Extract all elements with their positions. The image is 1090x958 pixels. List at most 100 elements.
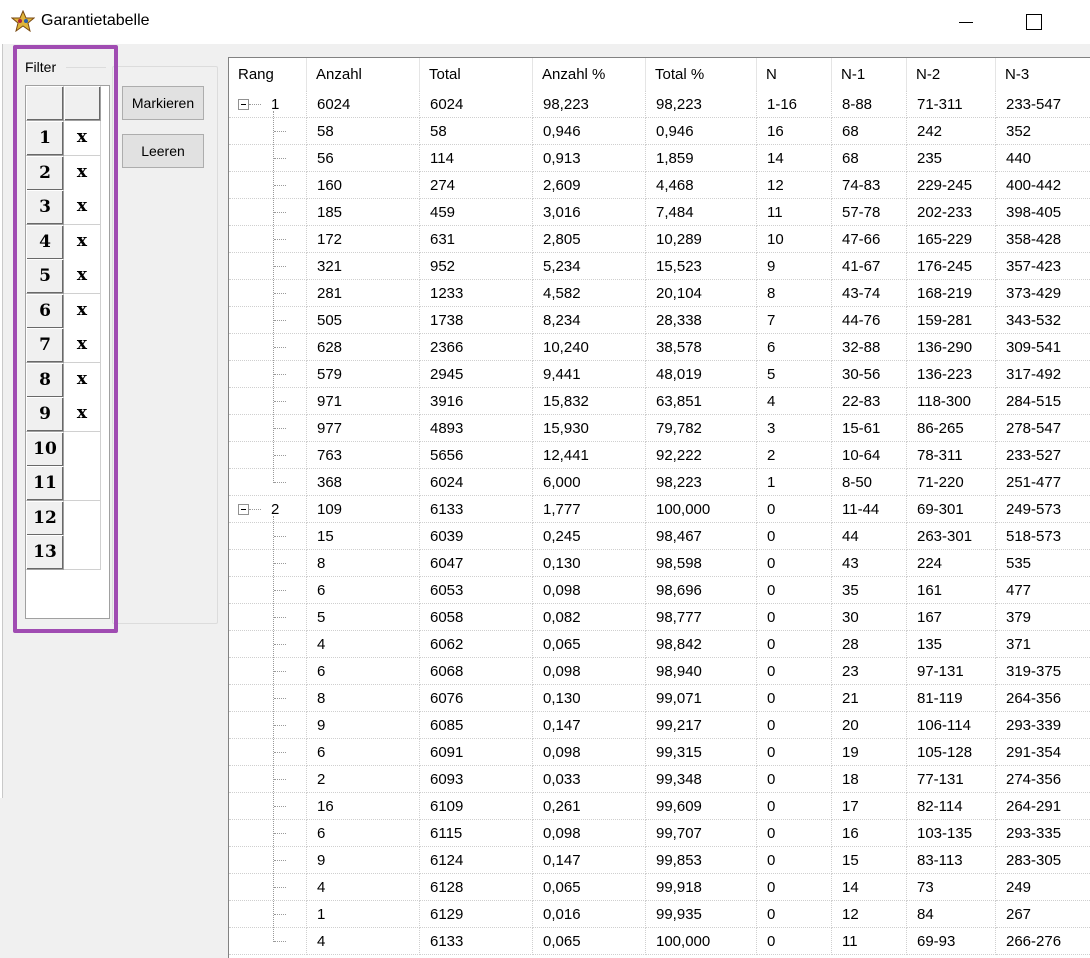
table-row[interactable]: 6 6115 0,098 99,707 0 16 103-135 293-335 (229, 820, 1090, 847)
table-cell: 5 (307, 604, 420, 631)
table-cell: 0,946 (646, 118, 757, 145)
table-row[interactable]: 281 1233 4,582 20,104 8 43-74 168-219 373-429 (229, 280, 1090, 307)
table-row[interactable]: 2 6093 0,033 99,348 0 18 77-131 274-356 (229, 766, 1090, 793)
table-row[interactable]: 1 6129 0,016 99,935 0 12 84 267 (229, 901, 1090, 928)
table-row[interactable]: 368 6024 6,000 98,223 1 8-50 71-220 251-477 (229, 469, 1090, 496)
clear-button[interactable]: Leeren (122, 134, 204, 168)
table-cell: 2945 (420, 361, 533, 388)
table-cell: 1,777 (533, 496, 646, 523)
table-row[interactable]: 9 6124 0,147 99,853 0 15 83-113 283-305 (229, 847, 1090, 874)
table-cell: 114 (420, 145, 533, 172)
tree-indent-cell (229, 523, 307, 550)
column-header[interactable]: N-3 (996, 58, 1090, 91)
table-cell: 106-114 (907, 712, 996, 739)
table-row[interactable]: 321 952 5,234 15,523 9 41-67 176-245 357-423 (229, 253, 1090, 280)
table-row[interactable]: 160 274 2,609 4,468 12 74-83 229-245 400-442 (229, 172, 1090, 199)
table-row[interactable]: 16 6109 0,261 99,609 0 17 82-114 264-291 (229, 793, 1090, 820)
table-cell: 0 (757, 901, 832, 928)
group-row[interactable]: 2 109 6133 1,777 100,000 0 11-44 69-301 249-573 (229, 496, 1090, 523)
collapse-icon[interactable] (238, 99, 249, 110)
table-row[interactable]: 4 6128 0,065 99,918 0 14 73 249 (229, 874, 1090, 901)
tree-branch-line (274, 212, 286, 213)
table-row[interactable]: 172 631 2,805 10,289 10 47-66 165-229 358-428 (229, 226, 1090, 253)
tree-indent-cell (229, 631, 307, 658)
table-row[interactable]: 15 6039 0,245 98,467 0 44 263-301 518-573 (229, 523, 1090, 550)
mark-button[interactable]: Markieren (122, 86, 204, 120)
table-cell: 6128 (420, 874, 533, 901)
column-header[interactable]: Anzahl (307, 58, 420, 91)
column-header[interactable]: N (757, 58, 832, 91)
table-cell: 6024 (420, 91, 533, 118)
table-cell: 32-88 (832, 334, 907, 361)
rank-cell[interactable]: 2 (229, 496, 307, 523)
table-row[interactable]: 4 6133 0,065 100,000 0 11 69-93 266-276 (229, 928, 1090, 955)
table-row[interactable]: 6 6068 0,098 98,940 0 23 97-131 319-375 (229, 658, 1090, 685)
tree-indent-cell (229, 334, 307, 361)
table-cell: 518-573 (996, 523, 1090, 550)
table-row[interactable]: 8 6047 0,130 98,598 0 43 224 535 (229, 550, 1090, 577)
table-cell: 343-532 (996, 307, 1090, 334)
table-cell: 0 (757, 523, 832, 550)
table-row[interactable]: 505 1738 8,234 28,338 7 44-76 159-281 343-532 (229, 307, 1090, 334)
tree-indent-cell (229, 604, 307, 631)
table-cell: 73 (907, 874, 996, 901)
column-header[interactable]: Total (420, 58, 533, 91)
star-app-icon (10, 9, 36, 33)
tree-branch-line (274, 428, 286, 429)
table-cell: 11 (757, 199, 832, 226)
table-cell: 100,000 (646, 496, 757, 523)
table-row[interactable]: 628 2366 10,240 38,578 6 32-88 136-290 309-541 (229, 334, 1090, 361)
tree-branch-line (274, 320, 286, 321)
tree-indent-cell (229, 793, 307, 820)
tree-branch-line (274, 185, 286, 186)
table-cell: 251-477 (996, 469, 1090, 496)
column-header[interactable]: N-1 (832, 58, 907, 91)
table-row[interactable]: 579 2945 9,441 48,019 5 30-56 136-223 317-492 (229, 361, 1090, 388)
table-cell: 0 (757, 550, 832, 577)
table-cell: 15 (832, 847, 907, 874)
maximize-button[interactable] (1018, 8, 1048, 36)
table-cell: 82-114 (907, 793, 996, 820)
table-cell: 98,223 (646, 91, 757, 118)
group-row[interactable]: 1 6024 6024 98,223 98,223 1-16 8-88 71-311 233-5… (229, 91, 1090, 118)
table-cell: 0,065 (533, 928, 646, 955)
table-cell: 168-219 (907, 280, 996, 307)
table-cell: 0,147 (533, 847, 646, 874)
table-row[interactable]: 971 3916 15,832 63,851 4 22-83 118-300 284-515 (229, 388, 1090, 415)
table-cell: 6058 (420, 604, 533, 631)
column-header[interactable]: Rang (229, 58, 307, 91)
table-cell: 15,832 (533, 388, 646, 415)
table-row[interactable]: 8 6076 0,130 99,071 0 21 81-119 264-356 (229, 685, 1090, 712)
tree-indent-cell (229, 145, 307, 172)
tree-branch-line (274, 644, 286, 645)
table-row[interactable]: 185 459 3,016 7,484 11 57-78 202-233 398-405 (229, 199, 1090, 226)
table-cell: 99,609 (646, 793, 757, 820)
table-row[interactable]: 6 6091 0,098 99,315 0 19 105-128 291-354 (229, 739, 1090, 766)
table-cell: 6062 (420, 631, 533, 658)
column-header[interactable]: N-2 (907, 58, 996, 91)
column-header[interactable]: Total % (646, 58, 757, 91)
rank-cell[interactable]: 1 (229, 91, 307, 118)
tree-branch-line (274, 158, 286, 159)
table-cell: 274 (420, 172, 533, 199)
table-row[interactable]: 977 4893 15,930 79,782 3 15-61 86-265 278-547 (229, 415, 1090, 442)
table-row[interactable]: 58 58 0,946 0,946 16 68 242 352 (229, 118, 1090, 145)
table-cell: 264-291 (996, 793, 1090, 820)
table-cell: 266-276 (996, 928, 1090, 955)
table-row[interactable]: 5 6058 0,082 98,777 0 30 167 379 (229, 604, 1090, 631)
table-row[interactable]: 763 5656 12,441 92,222 2 10-64 78-311 233-527 (229, 442, 1090, 469)
table-row[interactable]: 6 6053 0,098 98,696 0 35 161 477 (229, 577, 1090, 604)
table-row[interactable]: 9 6085 0,147 99,217 0 20 106-114 293-339 (229, 712, 1090, 739)
table-row[interactable]: 4 6062 0,065 98,842 0 28 135 371 (229, 631, 1090, 658)
guarantee-tree-table[interactable]: Rang Anzahl Total Anzahl % Total % N N-1 N-2 N-3… (228, 57, 1090, 958)
table-cell: 15,523 (646, 253, 757, 280)
table-cell: 98,777 (646, 604, 757, 631)
table-cell: 12 (757, 172, 832, 199)
table-cell: 1233 (420, 280, 533, 307)
table-cell: 0,098 (533, 577, 646, 604)
collapse-icon[interactable] (238, 504, 249, 515)
minimize-button[interactable] (952, 8, 982, 36)
left-edge-divider (0, 44, 3, 798)
column-header[interactable]: Anzahl % (533, 58, 646, 91)
table-row[interactable]: 56 114 0,913 1,859 14 68 235 440 (229, 145, 1090, 172)
